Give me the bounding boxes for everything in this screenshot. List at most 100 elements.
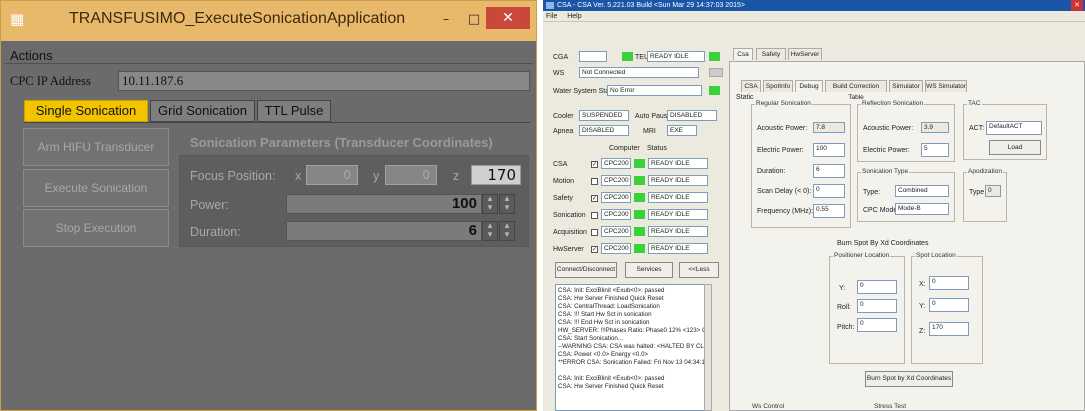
- subtab-spotinfo[interactable]: SpotInfo: [763, 80, 793, 92]
- load-button[interactable]: Load: [989, 140, 1041, 155]
- tac-label: TAC: [967, 100, 982, 107]
- spot-y-label: Y:: [919, 303, 926, 310]
- log-line: CSA: Power <0.0> Energy <0.0>: [558, 351, 649, 358]
- subtab-ws-simulator[interactable]: WS Simulator: [925, 80, 967, 92]
- module-checkbox[interactable]: [591, 229, 598, 236]
- module-checkbox[interactable]: [591, 178, 598, 185]
- arm-hifu-button[interactable]: Arm HIFU Transducer: [23, 128, 169, 166]
- execute-sonication-button[interactable]: Execute Sonication: [23, 169, 169, 207]
- cpc-mode-select[interactable]: Mode-B: [895, 203, 949, 215]
- title-bar: ▦ TRANSFUSIMO_ExecuteSonicationApplicati…: [1, 1, 536, 41]
- type-select[interactable]: Combined: [895, 185, 949, 197]
- log-area[interactable]: CSA: Init: ExciBlinit <Exub<0>: passed CS…: [555, 284, 705, 411]
- csa-window: CSA - CSA Ver. 5.221.03 Build <Sun Mar 2…: [543, 0, 1085, 411]
- cpc-mode-label: CPC Mode:: [863, 207, 900, 214]
- type-label: Type:: [863, 189, 881, 196]
- log-line: --WARNING CSA: CSA was halted: <HALTED B…: [558, 343, 705, 350]
- apodization-label: Apodization: [967, 168, 1003, 175]
- status-light: [709, 68, 723, 77]
- tab-grid-sonication[interactable]: Grid Sonication: [150, 100, 255, 122]
- computer-header: Computer: [609, 145, 640, 152]
- spot-z-label: Z:: [919, 328, 926, 335]
- stop-execution-button[interactable]: Stop Execution: [23, 209, 169, 247]
- log-line: **ERROR CSA: Sonication Failed: Fri Nov …: [558, 359, 705, 366]
- close-icon[interactable]: ✕: [1071, 0, 1083, 11]
- act-input[interactable]: DefaultACT: [986, 121, 1042, 135]
- duration-spin-right[interactable]: ▴ ▾: [499, 221, 515, 241]
- pitch-input[interactable]: 0: [857, 318, 897, 332]
- module-name: CSA: [553, 161, 568, 168]
- module-status: READY IDLE: [648, 243, 708, 254]
- maximize-button[interactable]: □: [462, 11, 486, 29]
- menu-help[interactable]: Help: [567, 13, 581, 20]
- app-icon: ▦: [10, 10, 25, 28]
- electric-power-input[interactable]: 100: [813, 143, 845, 157]
- close-button[interactable]: ✕: [486, 7, 530, 29]
- r-acoustic-label: Acoustic Power:: [863, 125, 914, 132]
- spot-z-input[interactable]: 170: [929, 322, 969, 336]
- module-checkbox[interactable]: ✓: [591, 195, 598, 202]
- sonication-app-window: ▦ TRANSFUSIMO_ExecuteSonicationApplicati…: [0, 0, 537, 411]
- csa-window-title: CSA - CSA Ver. 5.221.03 Build <Sun Mar 2…: [557, 2, 745, 9]
- z-field[interactable]: 170: [471, 165, 521, 185]
- tab-ttl-pulse[interactable]: TTL Pulse: [257, 100, 331, 122]
- app-icon: [546, 2, 554, 9]
- status-light: [622, 52, 633, 61]
- connect-button[interactable]: Connect/Disconnect: [555, 262, 617, 278]
- subtab-build-correction[interactable]: Build Correction Table: [825, 80, 887, 101]
- module-checkbox[interactable]: ✓: [591, 246, 598, 253]
- spot-x-input[interactable]: 0: [929, 276, 969, 290]
- power-value: 100: [451, 195, 477, 212]
- scan-delay-input[interactable]: 0: [813, 184, 845, 198]
- status-light: [634, 159, 645, 168]
- module-computer: CPC200: [601, 158, 631, 169]
- duration-input[interactable]: 6: [813, 164, 845, 178]
- tab-hwserver[interactable]: HwServer: [788, 48, 822, 60]
- tab-csa[interactable]: Csa: [733, 48, 753, 60]
- subtab-debug[interactable]: Debug: [795, 80, 823, 92]
- tab-single-sonication[interactable]: Single Sonication: [24, 100, 148, 122]
- menu-bar: File Help: [543, 11, 1085, 22]
- subtab-simulator[interactable]: Simulator: [889, 80, 923, 92]
- spot-location-label: Spot Location: [915, 252, 957, 259]
- status-light: [634, 210, 645, 219]
- electric-label: Electric Power:: [757, 147, 804, 154]
- module-checkbox[interactable]: ✓: [591, 161, 598, 168]
- module-computer: CPC200: [601, 243, 631, 254]
- status-header: Status: [647, 145, 667, 152]
- r-electric-input[interactable]: 5: [921, 143, 949, 157]
- cooler-label: Cooler: [553, 113, 574, 120]
- power-spin-right[interactable]: ▴ ▾: [499, 194, 515, 214]
- power-spin-left[interactable]: ▴ ▾: [482, 194, 498, 214]
- frequency-input[interactable]: 0.55: [813, 204, 845, 218]
- menu-file[interactable]: File: [546, 13, 557, 20]
- apnea-label: Apnea: [553, 128, 574, 135]
- stress-test-label: Stress Test: [873, 403, 908, 410]
- less-button[interactable]: <<Less: [679, 262, 719, 278]
- log-line: CSA: Init: ExciBlinit <Exub<0>: passed: [558, 287, 665, 294]
- module-computer: CPC200: [601, 192, 631, 203]
- module-status: READY IDLE: [648, 226, 708, 237]
- burn-spot-label: Burn Spot By Xd Coordinates: [837, 240, 929, 247]
- minimize-button[interactable]: –: [434, 11, 458, 29]
- r-electric-label: Electric Power:: [863, 147, 910, 154]
- autopause-label: Auto Pause: [635, 113, 672, 120]
- cpc-ip-input[interactable]: 10.11.187.6: [118, 71, 530, 91]
- spot-y-input[interactable]: 0: [929, 298, 969, 312]
- x-field[interactable]: 0: [306, 165, 358, 185]
- module-checkbox[interactable]: [591, 212, 598, 219]
- tab-safety[interactable]: Safety: [756, 48, 786, 60]
- log-scrollbar[interactable]: [704, 284, 712, 411]
- roll-input[interactable]: 0: [857, 299, 897, 313]
- y-label: y: [373, 169, 380, 183]
- log-line: CSA: Hw Server Finished Quick Reset: [558, 295, 664, 302]
- y-field[interactable]: 0: [385, 165, 437, 185]
- pitch-label: Pitch:: [837, 324, 855, 331]
- x-label: x: [295, 169, 302, 183]
- pos-y-label: Y:: [839, 285, 846, 292]
- subtab-csa[interactable]: CSA: [741, 80, 761, 92]
- services-button[interactable]: Services: [625, 262, 673, 278]
- pos-y-input[interactable]: 0: [857, 280, 897, 294]
- duration-spin-left[interactable]: ▴ ▾: [482, 221, 498, 241]
- burn-spot-button[interactable]: Burn Spot by Xd Coordinates: [865, 371, 953, 387]
